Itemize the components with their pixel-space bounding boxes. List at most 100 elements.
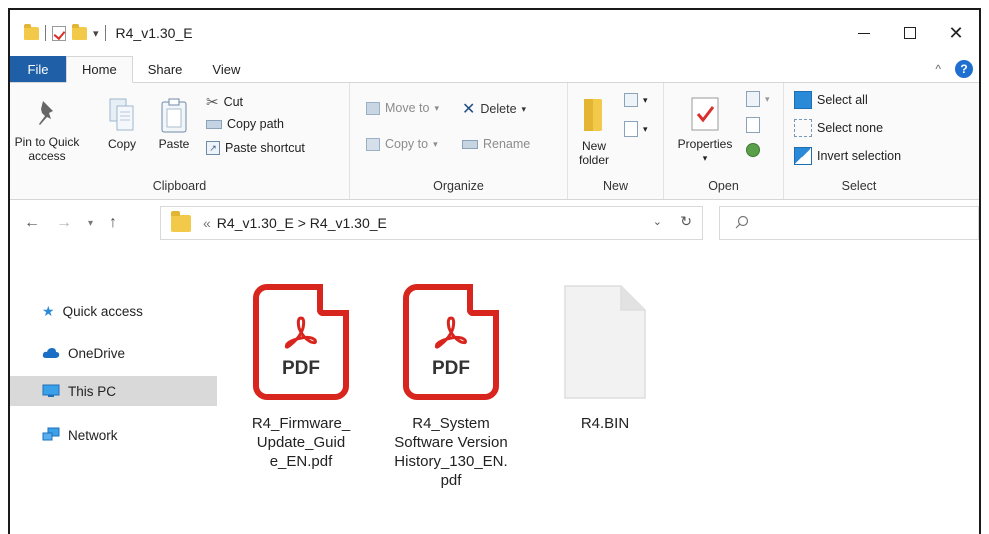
history-icon [746,143,760,157]
select-all-button[interactable]: Select all [794,91,868,109]
search-input[interactable] [719,206,979,240]
copy-path-button[interactable]: Copy path [206,117,284,131]
new-folder-icon[interactable] [72,23,87,40]
file-item-firmware-guide[interactable]: PDF R4_Firmware_ Update_Guid e_EN.pdf [236,284,366,471]
invert-selection-icon [794,147,812,165]
cut-button[interactable]: ✂ Cut [206,93,243,111]
file-explorer-window: ▾ R4_v1.30_E ✕ File Home Share View ^ ? [8,8,981,534]
paste-shortcut-label: Paste shortcut [225,141,305,155]
tab-home[interactable]: Home [66,56,133,83]
move-to-button[interactable]: Move to ▾ [366,101,439,115]
navigation-buttons: ← → ▾ ↑ [10,214,117,232]
new-folder-icon [584,99,602,131]
title-bar: ▾ R4_v1.30_E ✕ [10,10,979,56]
recent-locations-icon[interactable]: ▾ [88,218,93,229]
path-overflow-icon[interactable]: « [203,215,211,231]
new-group-label: New [602,179,628,193]
clipboard-group: Pin to Quick access Copy Paste ✂ Cut Cop… [10,83,350,199]
open-button[interactable]: ▾ [746,91,770,107]
close-icon: ✕ [948,22,964,43]
pdf-badge: PDF [282,358,320,379]
nav-item-label: OneDrive [68,345,126,361]
navigation-pane: ★ Quick access OneDrive This PC Network [10,248,220,534]
new-folder-button[interactable]: New folder [572,95,616,167]
file-name-line: R4_Firmware_ [251,415,351,432]
move-to-dropdown-icon: ▾ [434,102,439,113]
tab-file[interactable]: File [10,56,66,82]
window-title: R4_v1.30_E [115,25,193,41]
select-group-label: Select [841,179,877,193]
nav-item-this-pc[interactable]: This PC [10,376,217,406]
nav-item-network[interactable]: Network [10,420,217,450]
generic-file-icon [564,285,646,399]
forward-button[interactable]: → [56,214,72,232]
pin-icon [39,101,53,125]
file-name: R4_Firmware_ Update_Guid e_EN.pdf [252,414,350,471]
cloud-icon [42,348,60,358]
new-group: New folder ▾ ▾ New [568,83,664,199]
edit-button[interactable] [746,117,760,133]
copy-button[interactable]: Copy [102,97,142,151]
up-button[interactable]: ↑ [109,214,117,232]
clipboard-group-label: Clipboard [152,179,207,193]
customize-toolbar-icon[interactable]: ▾ [93,27,99,40]
close-button[interactable]: ✕ [933,10,979,56]
window-controls: ✕ [841,10,979,56]
collapse-ribbon-icon[interactable]: ^ [935,62,941,76]
minimize-icon [858,32,870,34]
ribbon-tabs: File Home Share View ^ ? [10,56,979,83]
new-item-dropdown-icon: ▾ [643,94,648,105]
minimize-button[interactable] [841,10,887,56]
address-dropdown-icon[interactable]: ⌄ [653,215,662,228]
pin-to-quick-access-button[interactable]: Pin to Quick access [14,97,80,163]
select-group: Select all Select none Invert selection … [784,83,934,199]
address-path: « R4_v1.30_E > R4_v1.30_E [203,215,387,231]
file-item-r4-bin[interactable]: R4.BIN [550,284,660,433]
select-none-icon [794,119,812,137]
easy-access-icon [624,121,638,137]
select-none-label: Select none [817,121,884,135]
new-item-icon [624,93,638,107]
nav-item-quick-access[interactable]: ★ Quick access [10,296,217,326]
address-bar[interactable]: « R4_v1.30_E > R4_v1.30_E ⌄ ↻ [160,206,703,240]
nav-item-onedrive[interactable]: OneDrive [10,338,217,368]
paste-shortcut-icon: ↗ [206,141,220,155]
refresh-icon[interactable]: ↻ [680,213,692,230]
delete-button[interactable]: ✕ Delete ▾ [462,99,526,119]
search-icon [735,215,749,229]
select-none-button[interactable]: Select none [794,119,883,137]
scissors-icon: ✂ [206,94,219,111]
divider [104,25,106,41]
invert-selection-button[interactable]: Invert selection [794,147,901,165]
folder-icon [24,23,39,40]
history-button[interactable] [746,143,760,157]
properties-check-icon[interactable] [52,25,66,41]
paste-button[interactable]: Paste [152,97,196,151]
rename-button[interactable]: Rename [462,137,530,151]
file-name-line: R4_System [412,415,490,432]
copy-to-label: Copy to [385,137,429,151]
help-icon[interactable]: ? [955,60,973,78]
file-item-version-history[interactable]: PDF R4_System Software Version History_1… [386,284,516,490]
nav-item-label: Quick access [62,303,143,319]
paste-shortcut-button[interactable]: ↗ Paste shortcut [206,141,305,155]
nav-item-label: Network [68,427,118,443]
folder-icon [171,210,191,232]
organize-group: Move to ▾ Copy to ▾ ✕ Delete ▾ Rename Or… [350,83,568,199]
move-to-icon [366,101,380,115]
properties-icon [691,97,719,131]
paste-icon [161,98,187,133]
copy-to-button[interactable]: Copy to ▾ [366,137,438,151]
easy-access-button[interactable]: ▾ [624,121,648,137]
copy-label: Copy [107,137,136,151]
cut-label: Cut [223,95,244,109]
breadcrumb[interactable]: R4_v1.30_E > R4_v1.30_E [217,215,387,231]
tab-share[interactable]: Share [133,56,198,82]
pdf-badge: PDF [432,358,470,379]
new-folder-label-2: folder [578,153,610,167]
properties-button[interactable]: Properties ▾ [670,95,740,165]
tab-view[interactable]: View [197,56,255,82]
new-item-button[interactable]: ▾ [624,93,648,107]
maximize-button[interactable] [887,10,933,56]
back-button[interactable]: ← [24,214,40,232]
